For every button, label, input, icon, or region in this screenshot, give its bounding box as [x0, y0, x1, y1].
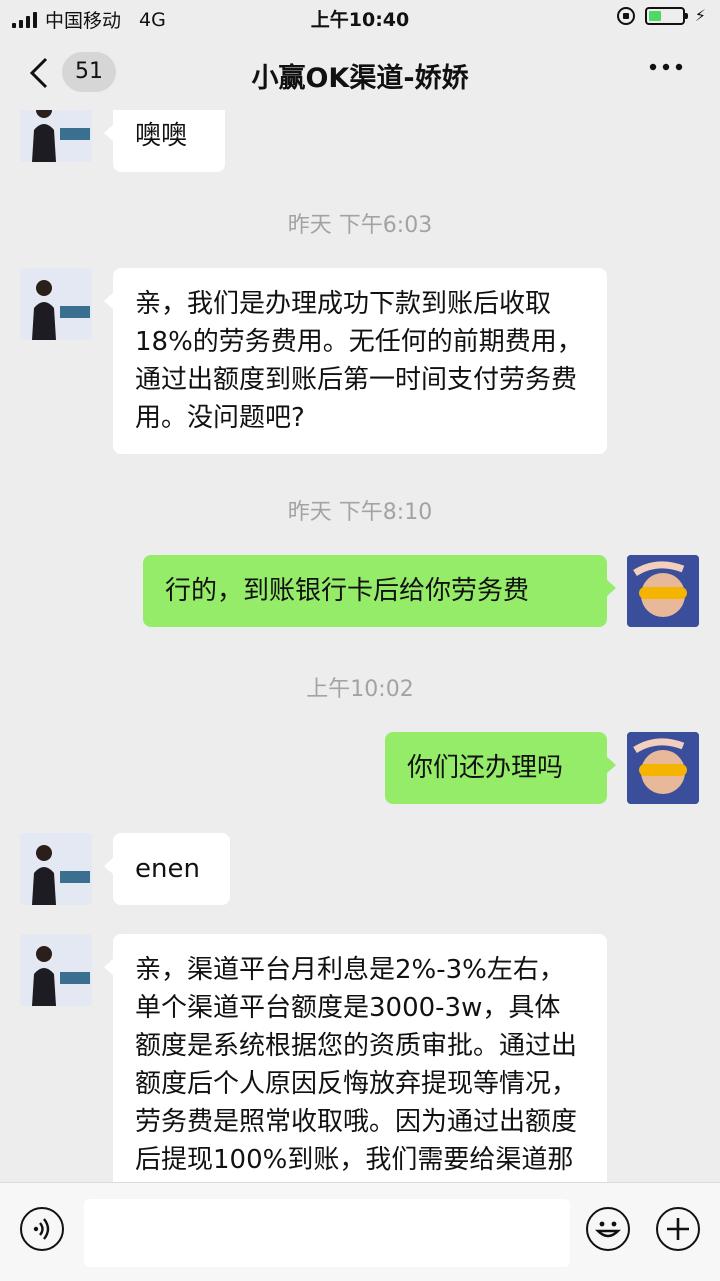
message-bubble-outgoing[interactable]: 行的，到账银行卡后给你劳务费: [143, 555, 616, 627]
contact-avatar[interactable]: [20, 934, 92, 1006]
voice-icon[interactable]: [20, 1207, 64, 1251]
status-bar: 中国移动 4G 上午10:40 ⚡: [0, 0, 720, 36]
battery-icon: [644, 6, 688, 25]
timestamp: 昨天 下午8:10: [287, 500, 433, 525]
contact-avatar[interactable]: [20, 110, 92, 162]
contact-avatar[interactable]: [20, 833, 92, 905]
message-bubble-outgoing[interactable]: 你们还办理吗: [385, 732, 616, 804]
message-bubble-incoming[interactable]: enen: [104, 833, 230, 905]
charging-icon: ⚡: [694, 6, 706, 25]
chat-header: 51 小赢OK渠道-娇娇: [0, 36, 720, 110]
user-avatar[interactable]: [627, 555, 699, 627]
user-avatar[interactable]: [627, 732, 699, 804]
message-bubble-incoming[interactable]: 亲，我们是办理成功下款到账后收取18%的劳务费用。无任何的前期费用，通过出额度到…: [104, 268, 607, 454]
message-bubble-incoming[interactable]: 亲，渠道平台月利息是2%-3%左右，单个渠道平台额度是3000-3w，具体额度是…: [104, 934, 607, 1182]
orientation-lock-icon: [616, 6, 635, 25]
chat-title: 小赢OK渠道-娇娇: [251, 63, 469, 94]
input-bar: [0, 1182, 720, 1281]
message-input[interactable]: [84, 1199, 570, 1267]
emoji-icon[interactable]: [586, 1207, 630, 1251]
timestamp: 上午10:02: [306, 677, 414, 702]
plus-icon[interactable]: [656, 1207, 700, 1251]
timestamp: 昨天 下午6:03: [287, 213, 433, 238]
contact-avatar[interactable]: [20, 268, 92, 340]
ellipsis-icon[interactable]: [648, 52, 684, 90]
clock: 上午10:40: [310, 9, 410, 31]
message-list[interactable]: 噢噢 昨天 下午6:03 亲，我们是办理成功下款到账后收取18%的劳务费用。无任…: [0, 110, 720, 1182]
message-bubble-incoming[interactable]: 噢噢: [104, 110, 225, 172]
